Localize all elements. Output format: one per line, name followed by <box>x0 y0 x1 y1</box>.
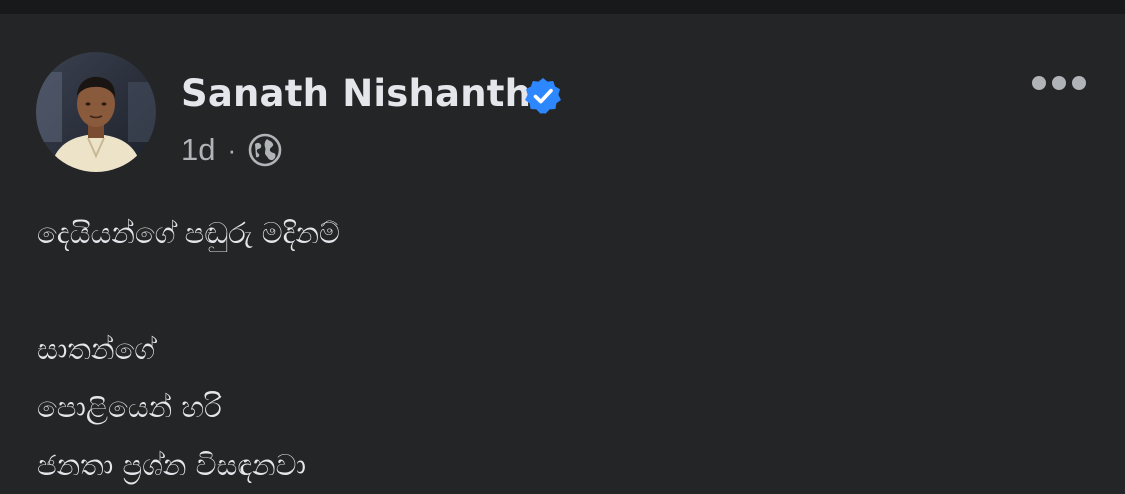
avatar-photo <box>36 52 156 172</box>
post-line: දෙයියන්ගේ පඬුරු මදිනම් <box>37 216 340 250</box>
author-avatar[interactable] <box>36 52 156 172</box>
more-dot <box>1072 76 1086 90</box>
post-line: ජනතා ප්‍රශ්න විසඳනවා <box>37 448 307 482</box>
post-line: සාතන්ගේ <box>37 332 155 366</box>
meta-separator: · <box>227 134 237 165</box>
post-card: Sanath Nishantha 1d · දෙයියන්ගේ පඬුරු මද… <box>0 14 1125 482</box>
author-name[interactable]: Sanath Nishantha <box>181 70 556 118</box>
post-line: පොළියෙන් හරි <box>37 390 222 424</box>
verified-badge-icon[interactable] <box>523 76 563 116</box>
globe-icon[interactable] <box>248 133 282 167</box>
more-options-icon[interactable] <box>1030 66 1088 100</box>
more-dot <box>1052 76 1066 90</box>
more-dot <box>1032 76 1046 90</box>
top-bar <box>0 0 1125 14</box>
post-body: දෙයියන්ගේ පඬුරු මදිනම් සාතන්ගේ පොළියෙන් … <box>37 204 340 494</box>
post-timestamp[interactable]: 1d <box>181 132 215 168</box>
post-meta: 1d · <box>181 130 282 170</box>
